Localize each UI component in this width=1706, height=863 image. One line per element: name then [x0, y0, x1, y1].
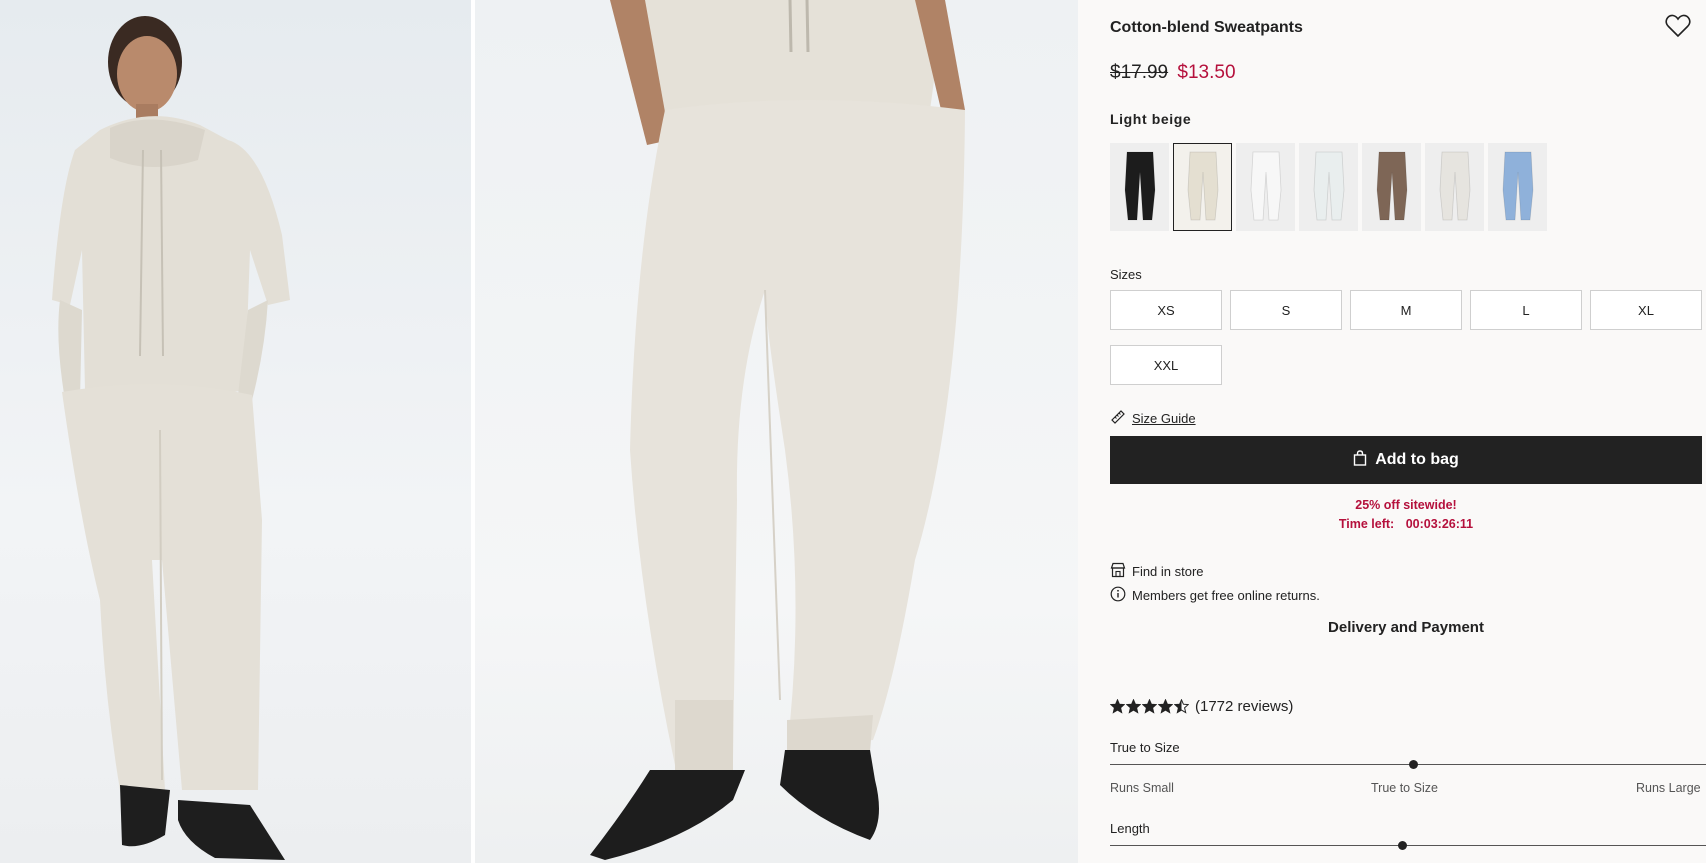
delivery-and-payment-toggle[interactable]: Delivery and Payment — [1110, 619, 1702, 636]
shopping-bag-icon — [1353, 449, 1367, 471]
color-swatch-7[interactable] — [1488, 143, 1547, 231]
pants-thumbnail-icon — [1313, 151, 1344, 221]
product-details-panel: Cotton-blend Sweatpants $17.99 $13.50 Li… — [1078, 0, 1706, 863]
pants-thumbnail-icon — [1376, 151, 1407, 221]
promo-headline: 25% off sitewide! — [1355, 498, 1457, 512]
selected-color-label: Light beige — [1110, 111, 1192, 127]
star-icon — [1174, 699, 1189, 714]
product-image-full-look[interactable] — [0, 0, 471, 863]
promo-countdown-row: Time left: 00:03:26:11 — [1110, 515, 1702, 534]
star-icon — [1110, 699, 1125, 714]
color-swatch-4[interactable] — [1299, 143, 1358, 231]
sizes-label: Sizes — [1110, 267, 1142, 282]
color-swatch-5[interactable] — [1362, 143, 1421, 231]
size-guide-label: Size Guide — [1132, 411, 1196, 426]
add-to-bag-label: Add to bag — [1375, 451, 1459, 468]
fit-length-marker — [1397, 841, 1407, 850]
find-in-store-link[interactable]: Find in store — [1110, 562, 1204, 581]
ruler-icon — [1110, 409, 1126, 428]
fit-true-to-size-label: True to Size — [1110, 740, 1180, 755]
model-full-body-illustration — [52, 16, 290, 860]
fit-length-label: Length — [1110, 821, 1150, 836]
color-swatch-2[interactable] — [1173, 143, 1232, 231]
promo-banner: 25% off sitewide! Time left: 00:03:26:11 — [1110, 496, 1702, 534]
pants-thumbnail-icon — [1124, 151, 1155, 221]
star-icon — [1158, 699, 1173, 714]
store-icon — [1110, 562, 1126, 581]
size-option-xs[interactable]: XS — [1110, 290, 1222, 330]
color-swatch-list — [1110, 143, 1547, 231]
reviews-summary[interactable]: (1772 reviews) — [1110, 698, 1293, 715]
size-option-l[interactable]: L — [1470, 290, 1582, 330]
fit-length-scale — [1110, 841, 1706, 850]
size-option-s[interactable]: S — [1230, 290, 1342, 330]
members-returns-label: Members get free online returns. — [1132, 588, 1320, 603]
size-option-xl[interactable]: XL — [1590, 290, 1702, 330]
pants-thumbnail-icon — [1250, 151, 1281, 221]
pants-thumbnail-icon — [1502, 151, 1533, 221]
time-left-label: Time left: — [1338, 517, 1395, 531]
pants-closeup-illustration — [590, 0, 965, 860]
pants-thumbnail-icon — [1439, 151, 1470, 221]
original-price: $17.99 — [1110, 62, 1169, 83]
sale-price: $13.50 — [1177, 62, 1236, 83]
star-icon — [1126, 699, 1141, 714]
add-to-bag-button[interactable]: Add to bag — [1110, 436, 1702, 484]
countdown-timer: 00:03:26:11 — [1405, 517, 1474, 531]
size-option-xxl[interactable]: XXL — [1110, 345, 1222, 385]
color-swatch-3[interactable] — [1236, 143, 1295, 231]
fit-true-to-size-marker — [1409, 760, 1419, 769]
info-icon — [1110, 586, 1126, 605]
favorite-heart-icon[interactable] — [1665, 14, 1691, 38]
product-page: Cotton-blend Sweatpants $17.99 $13.50 Li… — [0, 0, 1706, 863]
fit-true-to-size-scale — [1110, 760, 1706, 769]
find-in-store-label: Find in store — [1132, 564, 1204, 579]
color-swatch-1[interactable] — [1110, 143, 1169, 231]
size-guide-link[interactable]: Size Guide — [1110, 409, 1196, 428]
scale-runs-small: Runs Small — [1110, 781, 1174, 795]
price-block: $17.99 $13.50 — [1110, 62, 1236, 84]
product-image-pants-closeup[interactable] — [475, 0, 1078, 863]
members-returns-note: Members get free online returns. — [1110, 586, 1320, 605]
scale-true-to-size: True to Size — [1371, 781, 1438, 795]
star-icon — [1142, 699, 1157, 714]
product-title: Cotton-blend Sweatpants — [1110, 19, 1303, 36]
color-swatch-6[interactable] — [1425, 143, 1484, 231]
review-count: (1772 reviews) — [1195, 698, 1294, 715]
scale-runs-large: Runs Large — [1636, 781, 1701, 795]
star-rating — [1110, 699, 1189, 714]
size-option-m[interactable]: M — [1350, 290, 1462, 330]
pants-thumbnail-icon — [1187, 151, 1218, 221]
